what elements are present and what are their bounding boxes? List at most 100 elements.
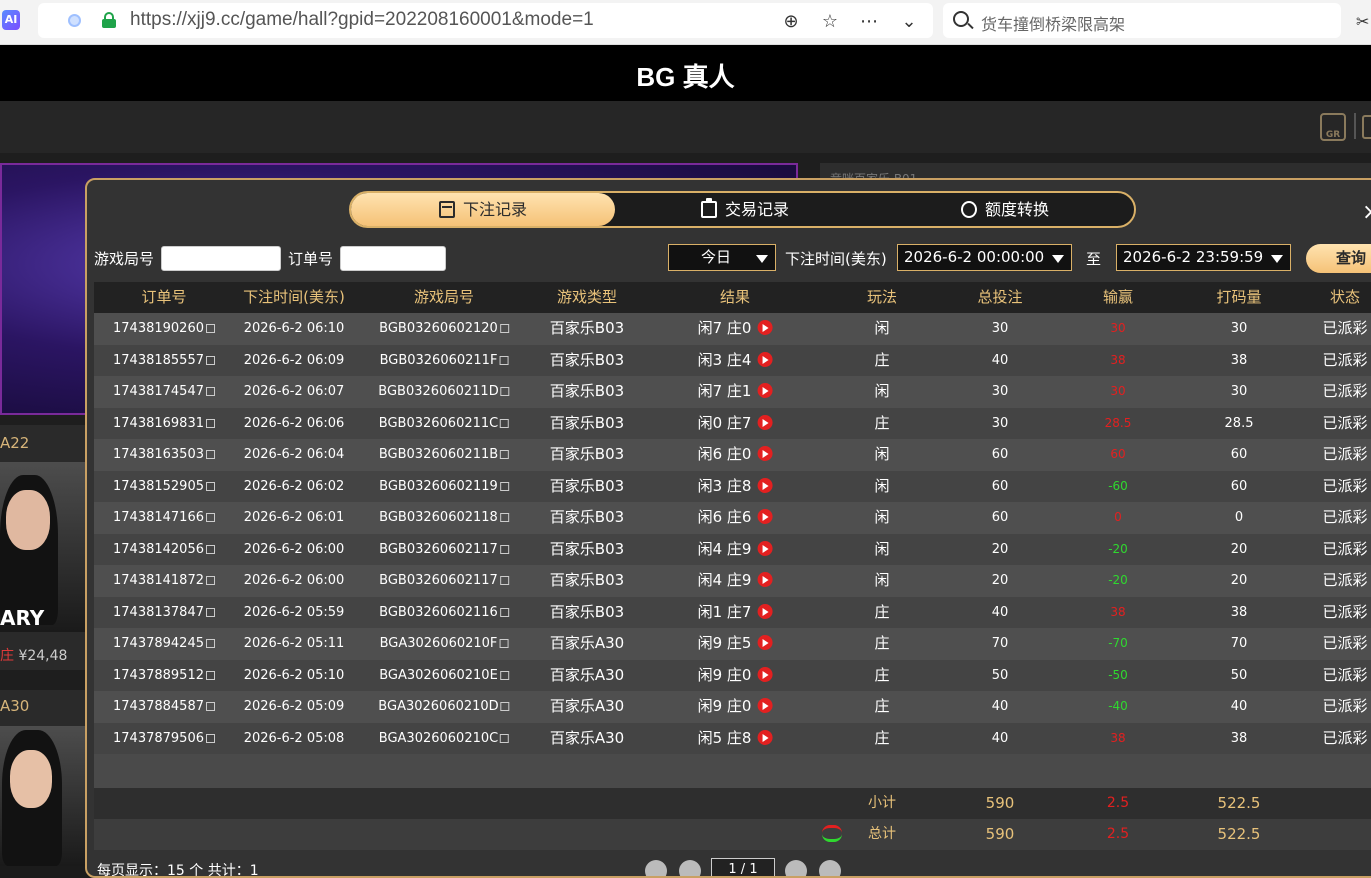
menu-icon[interactable] [1362,115,1371,139]
bet-time-cell: 2026-6-2 06:04 [244,439,345,470]
star-icon[interactable]: ☆ [818,11,842,33]
play-replay-icon[interactable] [757,509,773,524]
copy-icon[interactable] [205,387,215,396]
play-replay-icon[interactable] [757,414,773,430]
play-replay-icon[interactable] [757,698,773,713]
col-result-header: 结果 [719,288,751,306]
copy-icon[interactable] [205,450,215,459]
game-type-cell: 百家乐A30 [550,691,624,722]
query-button[interactable]: 查询 [1306,244,1371,273]
play-replay-icon[interactable] [757,540,773,556]
copy-icon[interactable] [205,702,215,711]
scissors-icon[interactable]: ✂ [1356,12,1369,31]
table-row[interactable]: 17438152905 2026-6-2 06:02 BGB03260602119 百… [94,470,1371,502]
copy-icon[interactable] [205,607,215,617]
copy-icon[interactable] [500,450,510,459]
total-valid-bet: 522.5 [1217,825,1261,843]
copy-icon[interactable] [500,733,510,743]
refresh-icon[interactable] [822,825,842,843]
game-type-cell-text: 百家乐B03 [549,382,625,400]
start-time-select[interactable]: 2026-6-2 00:00:00 [897,244,1072,271]
copy-icon[interactable] [500,702,510,711]
play-replay-icon[interactable] [757,320,773,335]
copy-icon[interactable] [499,670,509,680]
app-header: BG 真人 [0,45,1371,101]
table-row[interactable]: 17437884587 2026-6-2 05:09 BGA3026060210D 百… [94,691,1371,723]
order-number-cell: 17438147166 [113,502,215,533]
prev-page-button[interactable] [679,860,701,876]
order-number-input[interactable] [340,246,446,271]
result-cell: 闲3 庄4 [698,345,773,376]
copy-icon[interactable] [205,733,215,743]
table-row[interactable]: 17438190260 2026-6-2 06:10 BGB03260602120 百… [94,313,1371,345]
tab-bet-records[interactable]: 下注记录 [351,193,615,226]
winloss-cell: 38 [1110,597,1125,628]
copy-icon[interactable] [205,544,215,554]
copy-icon[interactable] [499,355,509,365]
play-replay-icon[interactable] [757,603,773,619]
copy-icon[interactable] [499,324,509,333]
url-text[interactable]: https://xjj9.cc/game/hall?gpid=202208160… [130,9,594,31]
game-record-icon[interactable]: GR [1320,113,1346,141]
table-row[interactable]: 17438174547 2026-6-2 06:07 BGB0326060211D 百… [94,376,1371,408]
page-indicator[interactable]: 1 / 1 [711,858,775,876]
last-page-button[interactable] [819,860,841,876]
table-row[interactable]: 17438137847 2026-6-2 05:59 BGB03260602116 百… [94,596,1371,628]
period-select[interactable]: 今日 [668,244,776,271]
copy-icon[interactable] [205,670,215,680]
copy-icon[interactable] [205,513,215,522]
valid-bet-cell: 30 [1231,376,1248,407]
close-icon[interactable]: × [1362,200,1371,225]
copy-icon[interactable] [499,607,509,617]
table-row[interactable]: 17438163503 2026-6-2 06:04 BGB0326060211B 百… [94,439,1371,471]
copy-icon[interactable] [499,639,509,648]
status-cell-text: 已派彩 [1322,476,1368,495]
copy-icon[interactable] [205,355,215,365]
table-row[interactable]: 17438147166 2026-6-2 06:01 BGB03260602118 百… [94,502,1371,534]
tab-credit-transfer[interactable]: 额度转换 [875,193,1135,226]
download-icon[interactable]: ⊕ [779,11,803,33]
more-icon[interactable]: ⋯ [857,11,881,33]
table-row[interactable]: 17438141872 2026-6-2 06:00 BGB03260602117 百… [94,565,1371,597]
game-round-input[interactable] [161,246,281,271]
copy-icon[interactable] [205,324,215,333]
next-page-button[interactable] [785,860,807,876]
browser-search-box[interactable]: 货车撞倒桥梁限高架 [943,3,1341,38]
copy-icon[interactable] [205,418,215,428]
end-time-select[interactable]: 2026-6-2 23:59:59 [1116,244,1291,271]
play-replay-icon[interactable] [757,666,773,682]
copy-icon[interactable] [205,481,215,491]
order-number-cell: 17437884587 [113,691,215,722]
table-row[interactable]: 17437879506 2026-6-2 05:08 BGA3026060210C 百… [94,722,1371,754]
table-row[interactable]: 17438169831 2026-6-2 06:06 BGB0326060211C 百… [94,407,1371,439]
play-replay-icon[interactable] [757,477,773,493]
copy-icon[interactable] [499,576,509,585]
game-round-cell: BGB03260602120 [379,313,509,344]
result-cell-text: 闲4 庄9 [697,539,752,558]
play-replay-icon[interactable] [757,729,773,745]
chevron-down-icon[interactable]: ⌄ [897,11,921,33]
copy-icon[interactable] [500,387,510,396]
copy-icon[interactable] [499,544,509,554]
table-row[interactable]: 17438142056 2026-6-2 06:00 BGB03260602117 百… [94,533,1371,565]
copy-icon[interactable] [205,576,215,585]
site-info-icon[interactable] [68,14,81,27]
table-row[interactable]: 17437894245 2026-6-2 05:11 BGA3026060210F 百… [94,628,1371,660]
ai-extension-icon[interactable]: AI [2,10,20,30]
table-row[interactable]: 17438185557 2026-6-2 06:09 BGB0326060211F 百… [94,344,1371,376]
copy-icon[interactable] [500,418,510,428]
address-bar[interactable]: https://xjj9.cc/game/hall?gpid=202208160… [38,3,933,38]
play-replay-icon[interactable] [757,383,773,398]
table-row[interactable]: 17437889512 2026-6-2 05:10 BGA3026060210E 百… [94,659,1371,691]
play-replay-icon[interactable] [757,635,773,650]
copy-icon[interactable] [499,481,509,491]
tab-transaction-records[interactable]: 交易记录 [615,193,875,226]
play-replay-icon[interactable] [757,572,773,587]
play-replay-icon[interactable] [757,351,773,367]
copy-icon[interactable] [499,513,509,522]
order-number-cell: 17438142056 [113,534,215,565]
first-page-button[interactable] [645,860,667,876]
play-replay-icon[interactable] [757,446,773,461]
total-bet-cell-text: 60 [991,478,1009,494]
copy-icon[interactable] [205,639,215,648]
